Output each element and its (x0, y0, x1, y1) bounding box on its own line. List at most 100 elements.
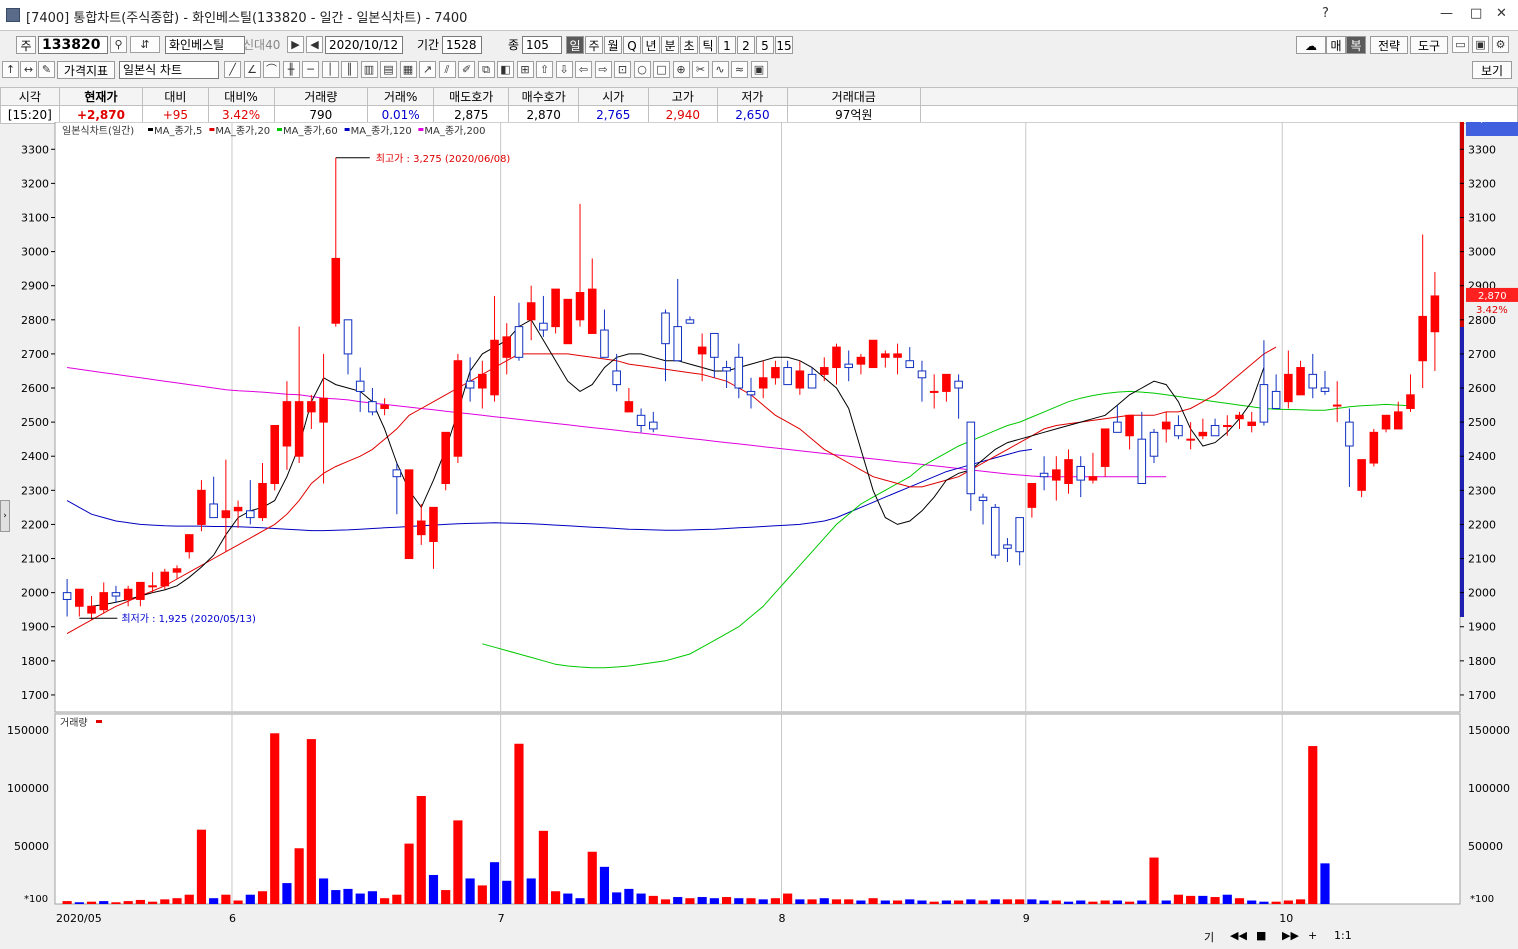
volume-bar (1308, 746, 1318, 904)
minimize-icon[interactable]: — (1440, 6, 1453, 21)
draw-tool-icon[interactable]: ≈ (731, 61, 748, 78)
volume-bar (331, 890, 341, 904)
trade-button[interactable]: 매 (1326, 36, 1346, 54)
close-icon[interactable]: ✕ (1496, 6, 1507, 21)
volume-bar (489, 862, 500, 904)
volume-bar (282, 883, 292, 904)
volume-bar (62, 901, 72, 904)
y-tick-label-left: 3300 (21, 143, 49, 156)
draw-tool-icon[interactable]: ∿ (711, 61, 729, 78)
status-item[interactable]: 기 (1204, 929, 1214, 945)
code-input[interactable]: 133820 (38, 36, 108, 54)
candle-body (563, 298, 573, 345)
status-item[interactable]: + (1308, 929, 1317, 942)
draw-tool-icon[interactable]: ⊞ (516, 61, 534, 78)
draw-tool-icon[interactable]: ─ (302, 61, 319, 78)
volume-tick-right: 100000 (1468, 782, 1510, 795)
side-panel-toggle[interactable]: › (0, 500, 10, 532)
tf-button-4[interactable]: 년 (642, 36, 660, 54)
draw-tool-icon[interactable]: ▥ (360, 61, 378, 78)
draw-tool-icon[interactable]: ○ (633, 61, 651, 78)
draw-tool-icon[interactable]: ╱ (224, 61, 241, 78)
draw-tool-icon[interactable]: ⇦ (575, 61, 592, 78)
strategy-button[interactable]: 전략 (1370, 36, 1408, 54)
volume-bar (880, 900, 890, 904)
volume-bar (392, 894, 402, 904)
settings-icon[interactable]: ⚙ (1492, 36, 1509, 53)
quote-header: 현재가 (58, 87, 144, 106)
status-item[interactable]: ■ (1256, 929, 1266, 942)
compound-button[interactable]: 복 (1346, 36, 1366, 54)
tf-button-11[interactable]: 15 (775, 36, 793, 54)
tf-button-7[interactable]: 틱 (699, 36, 717, 54)
chart-type-select[interactable]: 일본식 차트 (119, 61, 219, 79)
draw-tool-icon[interactable]: ⫽ (438, 61, 456, 78)
volume-bar (355, 893, 365, 904)
folder-icon[interactable]: ▭ (1452, 36, 1469, 53)
draw-tool-icon[interactable]: ↗ (419, 61, 436, 78)
stock-name-field[interactable]: 화인베스틸 (165, 36, 245, 54)
period-input[interactable]: 1528 (442, 36, 482, 54)
tf-button-8[interactable]: 1 (718, 36, 736, 54)
count-input[interactable]: 105 (522, 36, 562, 54)
chart-svg[interactable]: 2020/05 6 7 8 9 10 1700 1700 1800 1800 1900 1900 200… (0, 114, 1518, 946)
draw-tool-icon[interactable]: ⊡ (614, 61, 631, 78)
candle-body (685, 319, 695, 324)
tf-button-9[interactable]: 2 (737, 36, 755, 54)
draw-tool-icon[interactable]: ▣ (750, 61, 768, 78)
volume-bar (1234, 898, 1245, 904)
status-item[interactable]: 1:1 (1334, 929, 1352, 942)
draw-tool-icon[interactable]: ✂ (692, 61, 709, 78)
draw-tool-icon[interactable]: ⧉ (477, 61, 495, 78)
tf-button-5[interactable]: 분 (661, 36, 679, 54)
draw-tool-icon[interactable]: ⇧ (536, 61, 553, 78)
tf-button-1[interactable]: 주 (585, 36, 603, 54)
tools-button[interactable]: 도구 (1410, 36, 1448, 54)
candle-body (832, 346, 841, 369)
y-tick-label-right: 3200 (1468, 177, 1496, 190)
edit-icon[interactable]: ✎ (38, 61, 55, 78)
tf-button-10[interactable]: 5 (756, 36, 774, 54)
up-arrow-icon[interactable]: ↑ (2, 61, 19, 78)
draw-tool-icon[interactable]: ✐ (458, 61, 475, 78)
view-button[interactable]: 보기 (1472, 61, 1512, 79)
volume-unit-left: *100 (24, 894, 48, 905)
status-item[interactable]: ◀◀ (1230, 929, 1247, 942)
market-selector[interactable]: 주 (16, 36, 36, 54)
candle-body (441, 431, 450, 485)
draw-tool-icon[interactable]: ⇩ (555, 61, 573, 78)
draw-tool-icon[interactable]: ╫ (282, 61, 300, 78)
candle-body (1100, 428, 1110, 467)
draw-tool-icon[interactable]: ⊕ (672, 61, 690, 78)
draw-tool-icon[interactable]: ▤ (380, 61, 397, 78)
save-icon[interactable]: ▣ (1472, 36, 1489, 53)
draw-tool-icon[interactable]: ▦ (399, 61, 417, 78)
sort-icon[interactable]: ⇵ (130, 36, 160, 53)
maximize-icon[interactable]: □ (1470, 6, 1482, 21)
tf-button-0[interactable]: 일 (566, 36, 584, 54)
help-icon[interactable]: ? (1322, 6, 1329, 21)
draw-tool-icon[interactable]: │ (321, 61, 339, 78)
tf-button-3[interactable]: Q (623, 36, 641, 54)
tf-button-6[interactable]: 초 (680, 36, 698, 54)
y-tick-label-left: 3200 (21, 177, 49, 190)
draw-tool-icon[interactable]: □ (653, 61, 670, 78)
candle-body (624, 401, 634, 413)
tf-button-2[interactable]: 월 (604, 36, 622, 54)
candle-body (661, 312, 670, 345)
next-icon[interactable]: ▶ (287, 36, 304, 53)
draw-tool-icon[interactable]: ║ (341, 61, 358, 78)
date-input[interactable]: 2020/10/12 (325, 36, 403, 54)
prev-icon[interactable]: ◀ (306, 36, 323, 53)
status-item[interactable]: ▶▶ (1282, 929, 1299, 942)
draw-tool-icon[interactable]: ⌒ (263, 61, 280, 78)
search-icon[interactable]: ⚲ (110, 36, 127, 53)
quote-value: 790 (273, 105, 369, 124)
cloud-icon[interactable]: ☁ (1296, 36, 1326, 54)
expand-icon[interactable]: ↔ (20, 61, 37, 78)
draw-tool-icon[interactable]: ◧ (497, 61, 514, 78)
draw-tool-icon[interactable]: ∠ (243, 61, 261, 78)
volume-bar (148, 901, 158, 904)
indicator-button[interactable]: 가격지표 (57, 61, 115, 79)
draw-tool-icon[interactable]: ⇨ (594, 61, 612, 78)
